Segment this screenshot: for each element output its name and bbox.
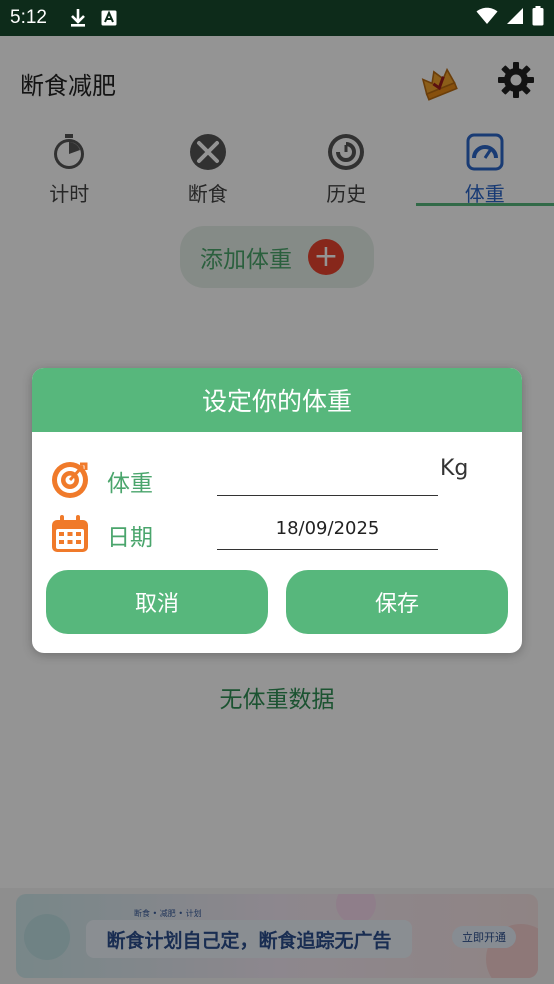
date-label: 日期 [107,525,153,551]
signal-icon [506,7,524,29]
a-notification-icon [101,10,117,26]
date-row: 日期 [32,508,522,558]
calendar-icon [50,514,90,558]
wifi-icon [476,7,498,29]
weight-label: 体重 [107,471,153,497]
target-icon [50,460,90,504]
set-weight-dialog: 设定你的体重 体重 Kg 日期 18/09/2025 取消 保存 [32,368,522,653]
dialog-title: 设定你的体重 [32,368,522,432]
weight-row: 体重 Kg [32,454,522,504]
cancel-button[interactable]: 取消 [46,570,268,634]
battery-icon [532,6,544,30]
status-time: 5:12 [10,7,47,28]
date-input[interactable] [217,508,438,550]
save-button[interactable]: 保存 [286,570,508,634]
weight-input[interactable] [217,454,438,496]
weight-unit: Kg [440,456,469,481]
status-bar: 5:12 [0,0,554,36]
download-icon [69,8,87,28]
